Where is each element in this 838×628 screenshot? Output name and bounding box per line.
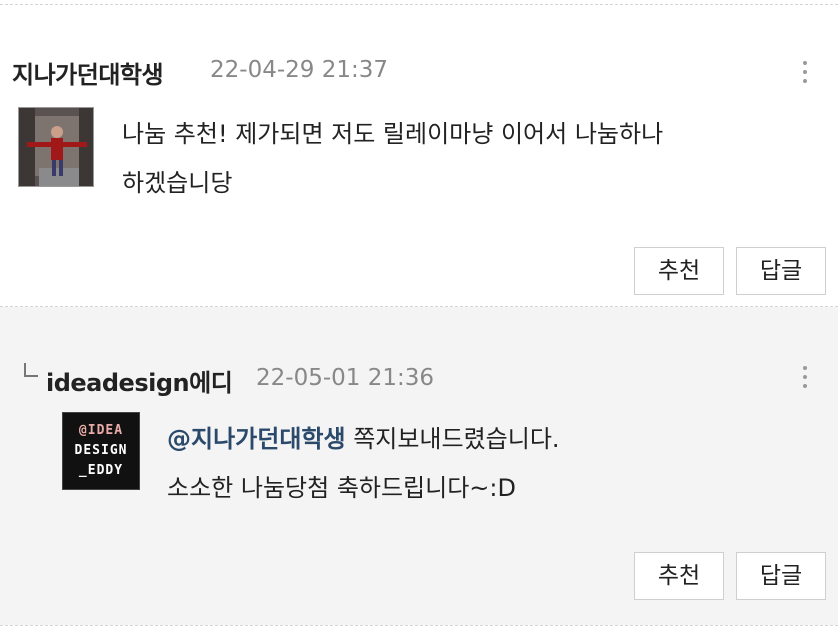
reply-arrow-icon <box>24 363 38 377</box>
comment-date: 22-04-29 21:37 <box>210 57 388 83</box>
comment-author[interactable]: 지나가던대학생 <box>12 55 164 90</box>
avatar-logo-text: DESIGN <box>74 443 128 458</box>
comment-text: 나눔 추천! 제가되면 저도 릴레이마냥 이어서 나눔하나 하겠습니당 <box>122 116 663 202</box>
comment-text-line: @지나가던대학생 쪽지보내드렸습니다. <box>167 421 560 458</box>
comment-date: 22-05-01 21:36 <box>256 365 434 391</box>
avatar-logo-text: @IDEA <box>78 423 124 438</box>
more-vertical-icon[interactable] <box>801 366 809 393</box>
comment-item: 지나가던대학생 22-04-29 21:37 나눔 추천! 제가되면 저도 릴레… <box>0 5 838 306</box>
comment-author[interactable]: ideadesign에디 <box>46 363 233 398</box>
avatar[interactable] <box>18 107 94 187</box>
comment-text-line: 소소한 나눔당첨 축하드립니다~:D <box>167 474 516 502</box>
reply-button[interactable]: 답글 <box>736 247 826 295</box>
recommend-button[interactable]: 추천 <box>634 552 724 600</box>
comment-text-segment: 쪽지보내드렸습니다. <box>345 425 560 453</box>
comment-text: @지나가던대학생 쪽지보내드렸습니다. 소소한 나눔당첨 축하드립니다~:D <box>167 421 560 507</box>
mention-link[interactable]: @지나가던대학생 <box>167 425 346 453</box>
avatar-logo-text: _EDDY <box>78 463 124 478</box>
comment-text-line: 하겠습니당 <box>122 169 233 197</box>
reply-comment-item: ideadesign에디 22-05-01 21:36 @IDEA DESIGN… <box>0 307 838 625</box>
divider-bottom <box>0 625 838 626</box>
reply-button[interactable]: 답글 <box>736 552 826 600</box>
comment-text-line: 나눔 추천! 제가되면 저도 릴레이마냥 이어서 나눔하나 <box>122 120 664 148</box>
recommend-button[interactable]: 추천 <box>634 247 724 295</box>
avatar-image <box>19 108 93 186</box>
avatar[interactable]: @IDEA DESIGN _EDDY <box>62 412 140 490</box>
more-vertical-icon[interactable] <box>801 61 809 88</box>
